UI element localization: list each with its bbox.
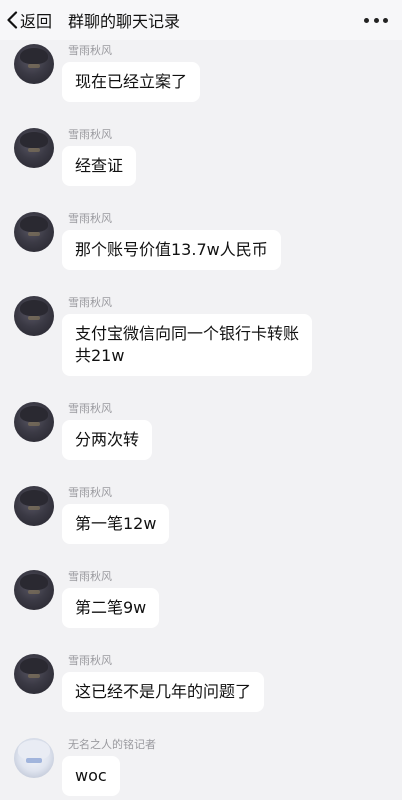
message-bubble[interactable]: 第一笔12w — [62, 504, 170, 544]
avatar[interactable] — [14, 212, 54, 252]
sender-name: 雪雨秋风 — [68, 44, 112, 57]
message-text: 分两次转 — [75, 430, 140, 449]
message-bubble[interactable]: 现在已经立案了 — [62, 62, 201, 102]
message-text: 经查证 — [75, 156, 124, 175]
avatar[interactable] — [14, 486, 54, 526]
message-bubble[interactable]: 这已经不是几年的问题了 — [62, 672, 265, 712]
message-bubble[interactable]: 那个账号价值13.7w人民币 — [62, 230, 281, 270]
message-text: 现在已经立案了 — [75, 72, 188, 91]
avatar[interactable] — [14, 654, 54, 694]
avatar[interactable] — [14, 44, 54, 84]
message-bubble[interactable]: 第二笔9w — [62, 588, 160, 628]
back-button[interactable]: 返回 — [0, 0, 60, 40]
message-text: 这已经不是几年的问题了 — [75, 682, 252, 701]
sender-name: 雪雨秋风 — [68, 402, 112, 415]
more-options-icon[interactable] — [364, 10, 388, 30]
avatar[interactable] — [14, 738, 54, 778]
message-text: 第一笔12w — [75, 514, 157, 533]
sender-name: 雪雨秋风 — [68, 212, 112, 225]
message-list: 雪雨秋风 现在已经立案了 雪雨秋风 经查证 雪雨秋风 那个账号价值13.7w人民… — [0, 40, 402, 800]
sender-name: 雪雨秋风 — [68, 128, 112, 141]
chat-header: 返回 群聊的聊天记录 — [0, 0, 402, 40]
avatar[interactable] — [14, 296, 54, 336]
message-text: 支付宝微信向同一个银行卡转账 — [75, 324, 300, 343]
message-bubble[interactable]: 经查证 — [62, 146, 137, 186]
avatar[interactable] — [14, 570, 54, 610]
message-text: woc — [75, 766, 107, 785]
message-bubble[interactable]: 分两次转 — [62, 420, 153, 460]
message-bubble[interactable]: woc — [62, 756, 120, 796]
message-text: 那个账号价值13.7w人民币 — [75, 240, 268, 259]
message-bubble[interactable]: 支付宝微信向同一个银行卡转账 共21w — [62, 314, 313, 376]
sender-name: 雪雨秋风 — [68, 654, 112, 667]
message-text: 第二笔9w — [75, 598, 147, 617]
chevron-left-icon — [7, 11, 18, 29]
message-text: 共21w — [75, 346, 125, 365]
avatar[interactable] — [14, 128, 54, 168]
sender-name: 雪雨秋风 — [68, 486, 112, 499]
sender-name: 雪雨秋风 — [68, 296, 112, 309]
sender-name: 雪雨秋风 — [68, 570, 112, 583]
page-title: 群聊的聊天记录 — [68, 12, 181, 31]
avatar[interactable] — [14, 402, 54, 442]
sender-name: 无名之人的铭记者 — [68, 738, 156, 751]
back-label: 返回 — [20, 12, 53, 31]
